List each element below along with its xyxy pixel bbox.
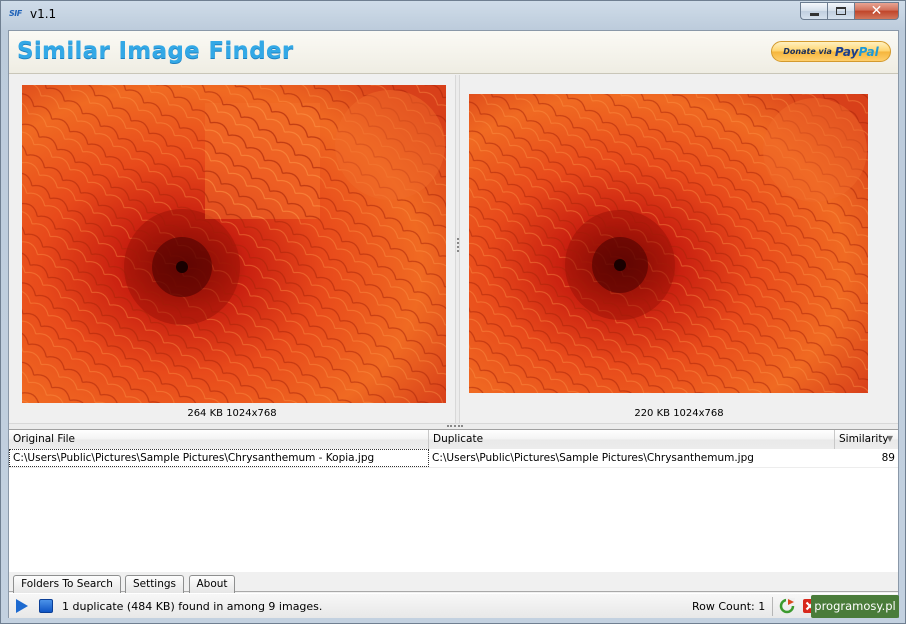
close-button[interactable]: ✕	[854, 2, 899, 20]
sort-descending-icon: ▼	[886, 434, 893, 443]
results-grid[interactable]: Original File Duplicate Similarity ▼ C:\U…	[9, 429, 898, 572]
tab-about[interactable]: About	[189, 575, 235, 593]
column-header-similarity-label: Similarity	[839, 433, 889, 445]
duplicate-preview-pane: 220 KB 1024x768	[460, 75, 898, 423]
tab-settings[interactable]: Settings	[125, 575, 184, 593]
bottom-tabs: Folders To Search Settings About	[9, 572, 898, 593]
table-row[interactable]: C:\Users\Public\Pictures\Sample Pictures…	[9, 449, 898, 468]
app-icon: SIF	[9, 9, 22, 18]
donate-label: Donate via	[783, 47, 832, 56]
duplicate-image	[469, 94, 868, 393]
maximize-button[interactable]	[827, 2, 854, 20]
close-icon: ✕	[870, 3, 883, 19]
cell-similarity[interactable]: 89	[835, 449, 898, 467]
watermark: programosy.pl	[811, 595, 899, 618]
paypal-pay-text: Pay	[834, 44, 859, 59]
paypal-logo: PayPal	[835, 45, 879, 59]
splitter-grip-icon	[457, 238, 459, 252]
maximize-icon	[836, 7, 846, 15]
paypal-pal-text: Pal	[858, 44, 879, 59]
app-window: SIF v1.1 ✕ Similar Image Finder Donate v…	[0, 0, 906, 624]
cell-duplicate[interactable]: C:\Users\Public\Pictures\Sample Pictures…	[429, 449, 835, 467]
column-header-duplicate[interactable]: Duplicate	[429, 430, 835, 449]
window-title: v1.1	[30, 7, 57, 21]
grid-header: Original File Duplicate Similarity ▼	[9, 430, 898, 449]
stop-search-icon[interactable]	[39, 599, 53, 613]
original-image-info: 264 KB 1024x768	[187, 408, 277, 419]
row-count: Row Count: 1	[692, 600, 766, 613]
app-logo: Similar Image Finder	[17, 38, 294, 64]
start-search-play-icon[interactable]	[16, 599, 28, 613]
column-header-similarity[interactable]: Similarity ▼	[835, 430, 898, 449]
app-header: Similar Image Finder Donate via PayPal	[9, 31, 898, 74]
cell-original-file[interactable]: C:\Users\Public\Pictures\Sample Pictures…	[9, 449, 429, 467]
flower-graphic	[22, 85, 446, 403]
tab-folders-to-search[interactable]: Folders To Search	[13, 575, 121, 593]
minimize-icon	[809, 12, 819, 16]
donate-paypal-button[interactable]: Donate via PayPal	[771, 41, 891, 62]
refresh-icon[interactable]	[779, 598, 795, 614]
window-controls: ✕	[800, 2, 899, 20]
column-header-original-file[interactable]: Original File	[9, 430, 429, 449]
status-bar: 1 duplicate (484 KB) found in among 9 im…	[9, 593, 898, 618]
duplicate-image-info: 220 KB 1024x768	[634, 408, 724, 419]
minimize-button[interactable]	[800, 2, 827, 20]
status-message: 1 duplicate (484 KB) found in among 9 im…	[62, 600, 323, 613]
splitter-grip-icon	[447, 425, 463, 427]
client-area: Similar Image Finder Donate via PayPal 2…	[8, 30, 899, 618]
original-image	[22, 85, 446, 403]
title-bar[interactable]: SIF v1.1 ✕	[1, 1, 905, 29]
original-preview-pane: 264 KB 1024x768	[9, 75, 455, 423]
flower-graphic	[469, 94, 868, 393]
status-divider	[772, 597, 773, 616]
